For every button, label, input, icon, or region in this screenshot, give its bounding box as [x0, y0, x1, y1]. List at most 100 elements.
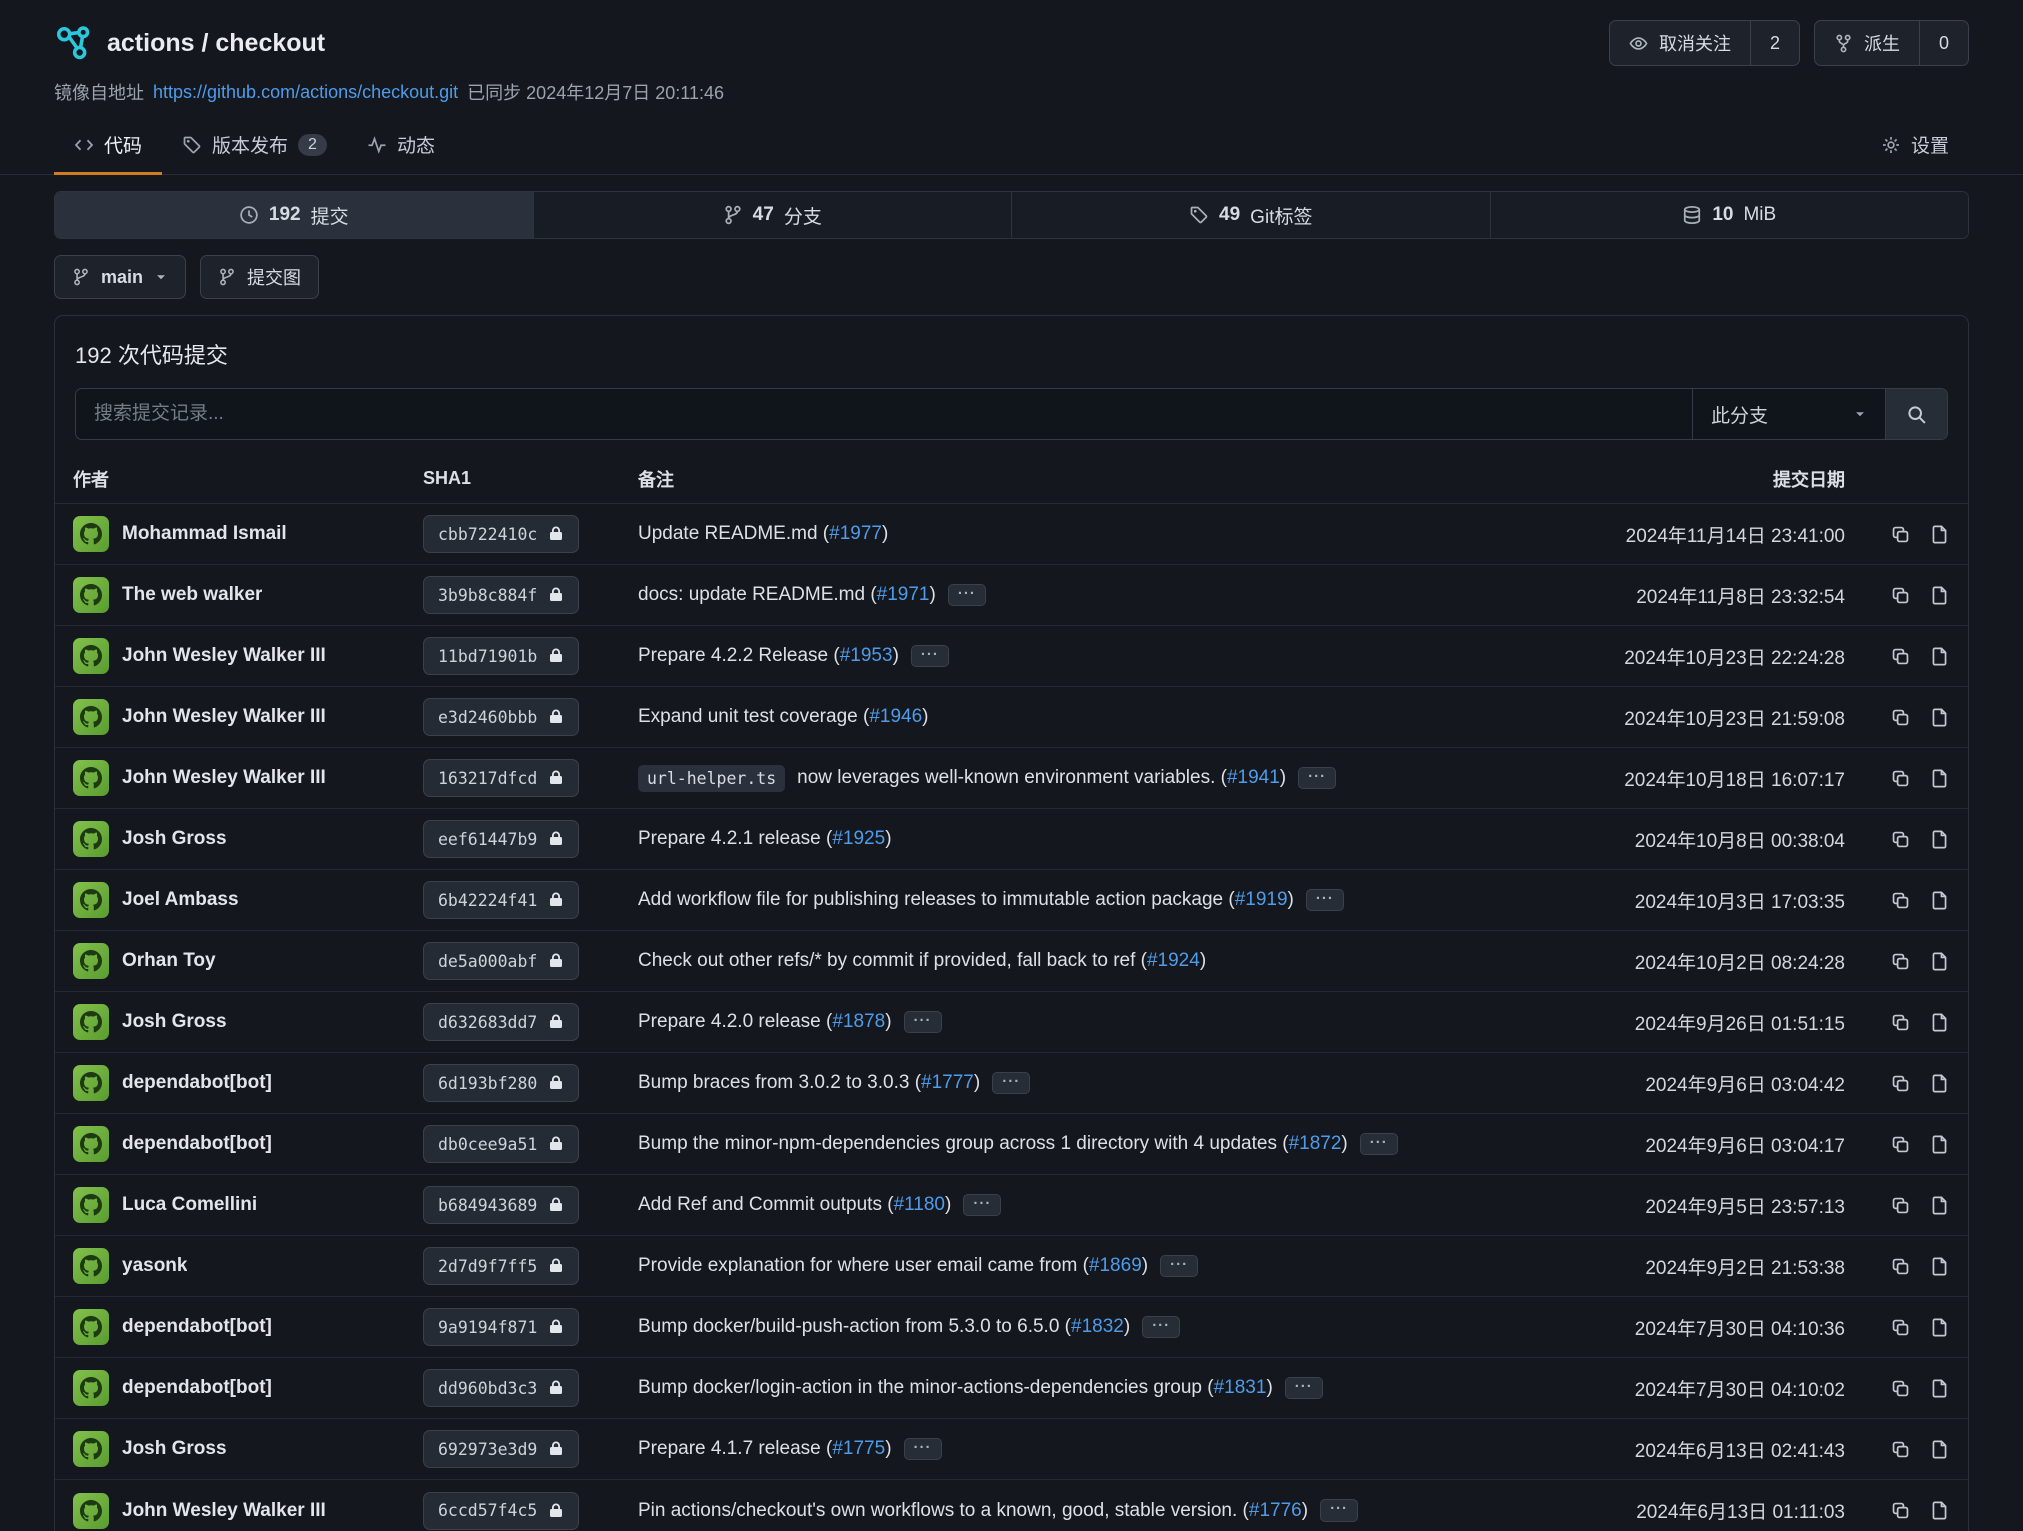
commit-pr-link[interactable]: #1924	[1147, 950, 1200, 971]
stat-branches[interactable]: 47 分支	[533, 192, 1012, 238]
commit-pr-link[interactable]: #1776	[1249, 1500, 1302, 1521]
copy-sha-icon[interactable]	[1890, 890, 1911, 911]
browse-source-icon[interactable]	[1929, 524, 1950, 545]
watch-count[interactable]: 2	[1750, 21, 1799, 65]
commit-more-button[interactable]: ···	[1360, 1133, 1398, 1156]
copy-sha-icon[interactable]	[1890, 829, 1911, 850]
commit-sha-button[interactable]: 9a9194f871	[423, 1308, 579, 1346]
commit-author-name[interactable]: John Wesley Walker III	[122, 645, 326, 667]
commit-author[interactable]: Orhan Toy	[73, 943, 423, 979]
copy-sha-icon[interactable]	[1890, 1256, 1911, 1277]
commit-author[interactable]: Mohammad Ismail	[73, 516, 423, 552]
commit-sha-button[interactable]: d632683dd7	[423, 1003, 579, 1041]
commit-more-button[interactable]: ···	[948, 584, 986, 607]
commit-author-name[interactable]: dependabot[bot]	[122, 1377, 272, 1399]
commit-more-button[interactable]: ···	[904, 1438, 942, 1461]
stat-size[interactable]: 10 MiB	[1490, 192, 1969, 238]
commit-sha-button[interactable]: 692973e3d9	[423, 1430, 579, 1468]
commit-message[interactable]: Pin actions/checkout's own workflows to …	[638, 1500, 1308, 1522]
commit-author[interactable]: Joel Ambass	[73, 882, 423, 918]
commit-author-name[interactable]: Orhan Toy	[122, 950, 216, 972]
fork-button[interactable]: 派生	[1815, 21, 1919, 65]
mirror-url-link[interactable]: https://github.com/actions/checkout.git	[153, 82, 458, 103]
commit-message[interactable]: now leverages well-known environment var…	[797, 767, 1286, 789]
browse-source-icon[interactable]	[1929, 707, 1950, 728]
browse-source-icon[interactable]	[1929, 1195, 1950, 1216]
commit-author-name[interactable]: Josh Gross	[122, 1011, 227, 1033]
browse-source-icon[interactable]	[1929, 768, 1950, 789]
browse-source-icon[interactable]	[1929, 1073, 1950, 1094]
commit-pr-link[interactable]: #1953	[840, 645, 893, 666]
commit-more-button[interactable]: ···	[1298, 767, 1336, 790]
browse-source-icon[interactable]	[1929, 585, 1950, 606]
commit-author[interactable]: dependabot[bot]	[73, 1065, 423, 1101]
copy-sha-icon[interactable]	[1890, 707, 1911, 728]
copy-sha-icon[interactable]	[1890, 585, 1911, 606]
branch-selector[interactable]: main	[54, 255, 186, 299]
copy-sha-icon[interactable]	[1890, 768, 1911, 789]
copy-sha-icon[interactable]	[1890, 951, 1911, 972]
copy-sha-icon[interactable]	[1890, 1439, 1911, 1460]
commit-pr-link[interactable]: #1977	[829, 523, 882, 544]
commit-message[interactable]: docs: update README.md (#1971)	[638, 584, 936, 606]
commit-sha-button[interactable]: 2d7d9f7ff5	[423, 1247, 579, 1285]
commit-pr-link[interactable]: #1971	[877, 584, 930, 605]
commit-message[interactable]: Expand unit test coverage (#1946)	[638, 706, 928, 728]
commit-pr-link[interactable]: #1777	[921, 1072, 974, 1093]
commit-author[interactable]: John Wesley Walker III	[73, 1493, 423, 1529]
commit-message[interactable]: Bump the minor-npm-dependencies group ac…	[638, 1133, 1348, 1155]
commit-more-button[interactable]: ···	[963, 1194, 1001, 1217]
commit-message[interactable]: Bump braces from 3.0.2 to 3.0.3 (#1777)	[638, 1072, 980, 1094]
browse-source-icon[interactable]	[1929, 1378, 1950, 1399]
commit-pr-link[interactable]: #1872	[1289, 1133, 1342, 1154]
commit-sha-button[interactable]: 11bd71901b	[423, 637, 579, 675]
commit-author-name[interactable]: dependabot[bot]	[122, 1133, 272, 1155]
commit-author-name[interactable]: Josh Gross	[122, 828, 227, 850]
site-logo-icon[interactable]	[54, 24, 92, 62]
copy-sha-icon[interactable]	[1890, 1195, 1911, 1216]
commit-sha-button[interactable]: dd960bd3c3	[423, 1369, 579, 1407]
commit-author[interactable]: John Wesley Walker III	[73, 638, 423, 674]
commit-sha-button[interactable]: 6d193bf280	[423, 1064, 579, 1102]
copy-sha-icon[interactable]	[1890, 1012, 1911, 1033]
commit-author-name[interactable]: Mohammad Ismail	[122, 523, 287, 545]
commit-author[interactable]: dependabot[bot]	[73, 1126, 423, 1162]
copy-sha-icon[interactable]	[1890, 524, 1911, 545]
commit-more-button[interactable]: ···	[992, 1072, 1030, 1095]
commit-pr-link[interactable]: #1919	[1235, 889, 1288, 910]
copy-sha-icon[interactable]	[1890, 1378, 1911, 1399]
stat-commits[interactable]: 192 提交	[55, 192, 533, 238]
commit-code-chip[interactable]: url-helper.ts	[638, 765, 785, 792]
commit-author[interactable]: Josh Gross	[73, 1431, 423, 1467]
browse-source-icon[interactable]	[1929, 829, 1950, 850]
commit-pr-link[interactable]: #1832	[1071, 1316, 1124, 1337]
commit-pr-link[interactable]: #1869	[1089, 1255, 1142, 1276]
copy-sha-icon[interactable]	[1890, 1317, 1911, 1338]
commit-pr-link[interactable]: #1775	[832, 1438, 885, 1459]
commit-message[interactable]: Bump docker/build-push-action from 5.3.0…	[638, 1316, 1130, 1338]
commit-message[interactable]: Add Ref and Commit outputs (#1180)	[638, 1194, 951, 1216]
commit-sha-button[interactable]: 163217dfcd	[423, 759, 579, 797]
commit-more-button[interactable]: ···	[1320, 1499, 1358, 1522]
browse-source-icon[interactable]	[1929, 951, 1950, 972]
commit-pr-link[interactable]: #1878	[832, 1011, 885, 1032]
commit-more-button[interactable]: ···	[1285, 1377, 1323, 1400]
copy-sha-icon[interactable]	[1890, 1500, 1911, 1521]
browse-source-icon[interactable]	[1929, 1012, 1950, 1033]
tab-code[interactable]: 代码	[54, 117, 162, 175]
commit-author-name[interactable]: dependabot[bot]	[122, 1072, 272, 1094]
commit-author-name[interactable]: John Wesley Walker III	[122, 1500, 326, 1522]
commit-sha-button[interactable]: 3b9b8c884f	[423, 576, 579, 614]
commit-author[interactable]: Josh Gross	[73, 1004, 423, 1040]
copy-sha-icon[interactable]	[1890, 1073, 1911, 1094]
commit-pr-link[interactable]: #1946	[869, 706, 922, 727]
commit-author-name[interactable]: John Wesley Walker III	[122, 767, 326, 789]
commit-sha-button[interactable]: db0cee9a51	[423, 1125, 579, 1163]
browse-source-icon[interactable]	[1929, 1134, 1950, 1155]
commit-graph-button[interactable]: 提交图	[200, 255, 319, 299]
commit-more-button[interactable]: ···	[1160, 1255, 1198, 1278]
stat-tags[interactable]: 49 Git标签	[1011, 192, 1490, 238]
commit-message[interactable]: Add workflow file for publishing release…	[638, 889, 1294, 911]
copy-sha-icon[interactable]	[1890, 1134, 1911, 1155]
copy-sha-icon[interactable]	[1890, 646, 1911, 667]
